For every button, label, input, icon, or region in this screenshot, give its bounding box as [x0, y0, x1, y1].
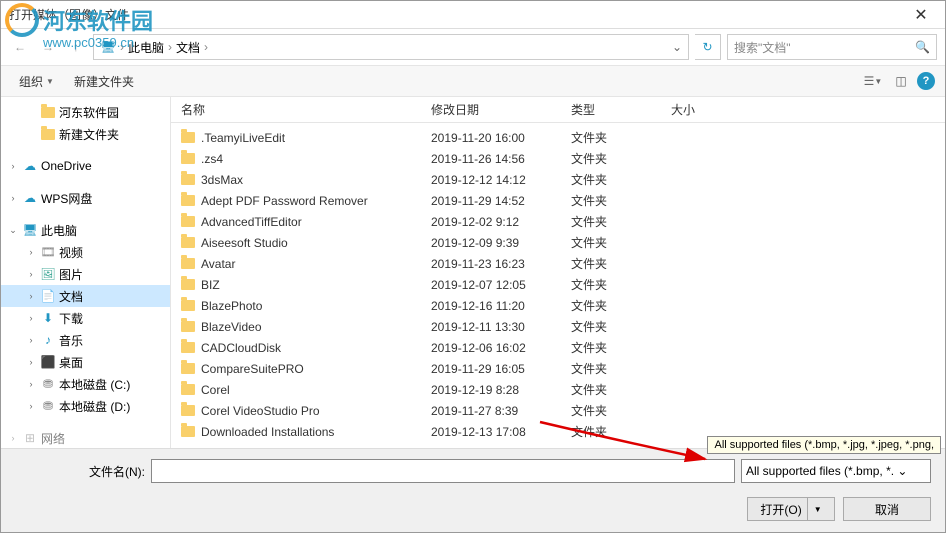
sidebar-item[interactable]: ›⛃本地磁盘 (C:)	[1, 373, 170, 395]
folder-icon	[40, 126, 56, 142]
view-button[interactable]: ☰ ▼	[861, 69, 885, 93]
close-button[interactable]: ✕	[901, 1, 941, 29]
disk-icon: ⛃	[40, 376, 56, 392]
col-name[interactable]: 名称	[181, 97, 431, 122]
bc-dropdown[interactable]: ⌄	[672, 40, 682, 54]
sidebar-item[interactable]: ›⛃本地磁盘 (D:)	[1, 395, 170, 417]
file-row[interactable]: Aiseesoft Studio2019-12-09 9:39文件夹	[181, 232, 945, 253]
filter-tooltip: All supported files (*.bmp, *.jpg, *.jpe…	[707, 436, 941, 454]
file-list-body[interactable]: .TeamyiLiveEdit2019-11-20 16:00文件夹.zs420…	[171, 123, 945, 467]
sidebar-item[interactable]: ⌄🖥此电脑	[1, 219, 170, 241]
nav-up[interactable]: ↑	[65, 36, 87, 58]
file-row[interactable]: .TeamyiLiveEdit2019-11-20 16:00文件夹	[181, 127, 945, 148]
breadcrumb[interactable]: 🖥 › 此电脑 › 文档 › ⌄	[93, 34, 689, 60]
filetype-filter[interactable]: All supported files (*.bmp, *. ⌄	[741, 459, 931, 483]
file-row[interactable]: CADCloudDisk2019-12-06 16:02文件夹	[181, 337, 945, 358]
folder-icon	[181, 258, 195, 269]
col-type[interactable]: 类型	[571, 97, 671, 122]
onedrive-icon: ☁	[22, 158, 38, 174]
folder-icon	[181, 426, 195, 437]
sidebar-item[interactable]: ›⊞网络	[1, 427, 170, 449]
folder-icon	[181, 153, 195, 164]
folder-icon	[181, 342, 195, 353]
refresh-button[interactable]: ↻	[695, 34, 721, 60]
newfolder-button[interactable]: 新建文件夹	[66, 69, 142, 94]
file-row[interactable]: .zs42019-11-26 14:56文件夹	[181, 148, 945, 169]
sidebar-item[interactable]: ›♪音乐	[1, 329, 170, 351]
sidebar-item[interactable]: ›🎞视频	[1, 241, 170, 263]
file-row[interactable]: BIZ2019-12-07 12:05文件夹	[181, 274, 945, 295]
video-icon: 🎞	[40, 244, 56, 260]
folder-icon	[181, 237, 195, 248]
folder-icon	[181, 384, 195, 395]
file-row[interactable]: Adept PDF Password Remover2019-11-29 14:…	[181, 190, 945, 211]
pictures-icon: 🖼	[40, 266, 56, 282]
filename-label: 文件名(N):	[15, 463, 145, 480]
file-row[interactable]: CompareSuitePRO2019-11-29 16:05文件夹	[181, 358, 945, 379]
open-button[interactable]: 打开(O)▼	[747, 497, 835, 521]
doc-icon: 📄	[40, 288, 56, 304]
folder-icon	[181, 174, 195, 185]
sidebar-item[interactable]: ›🖼图片	[1, 263, 170, 285]
file-row[interactable]: Corel VideoStudio Pro2019-11-27 8:39文件夹	[181, 400, 945, 421]
folder-icon	[181, 132, 195, 143]
file-row[interactable]: AdvancedTiffEditor2019-12-02 9:12文件夹	[181, 211, 945, 232]
sidebar-item[interactable]: ›☁OneDrive	[1, 155, 170, 177]
folder-icon	[181, 363, 195, 374]
sidebar-item[interactable]: ›📄文档	[1, 285, 170, 307]
folder-icon	[181, 405, 195, 416]
pc-icon: 🖥	[100, 39, 116, 55]
file-row[interactable]: Avatar2019-11-23 16:23文件夹	[181, 253, 945, 274]
folder-icon	[181, 321, 195, 332]
sidebar-item[interactable]: ›⬇下载	[1, 307, 170, 329]
column-headers: 名称 修改日期 类型 大小	[171, 97, 945, 123]
help-button[interactable]: ?	[917, 72, 935, 90]
folder-icon	[40, 104, 56, 120]
nav-back[interactable]: ←	[9, 36, 31, 58]
disk-icon: ⛃	[40, 398, 56, 414]
desktop-icon: ⬛	[40, 354, 56, 370]
file-list: 名称 修改日期 类型 大小 .TeamyiLiveEdit2019-11-20 …	[171, 97, 945, 467]
file-row[interactable]: 3dsMax2019-12-12 14:12文件夹	[181, 169, 945, 190]
nav-row: ← → ↑ 🖥 › 此电脑 › 文档 › ⌄ ↻ 搜索"文档" 🔍	[1, 29, 945, 65]
folder-icon	[181, 216, 195, 227]
window-title: 打开媒体（图像）文件	[9, 6, 901, 23]
music-icon: ♪	[40, 332, 56, 348]
cancel-button[interactable]: 取消	[843, 497, 931, 521]
pc-icon: 🖥	[22, 222, 38, 238]
preview-button[interactable]: ◫	[889, 69, 913, 93]
folder-icon	[181, 195, 195, 206]
download-icon: ⬇	[40, 310, 56, 326]
sidebar-item[interactable]: 新建文件夹	[1, 123, 170, 145]
titlebar: 打开媒体（图像）文件 ✕	[1, 1, 945, 29]
bottom-bar: 文件名(N): All supported files (*.bmp, *. ⌄…	[1, 448, 945, 532]
organize-button[interactable]: 组织▼	[11, 69, 62, 94]
bc-root[interactable]: 此电脑	[128, 39, 164, 56]
sidebar-item[interactable]: ›⬛桌面	[1, 351, 170, 373]
search-input[interactable]: 搜索"文档" 🔍	[727, 34, 937, 60]
folder-icon	[181, 300, 195, 311]
col-size[interactable]: 大小	[671, 97, 751, 122]
sidebar-item[interactable]: 河东软件园	[1, 101, 170, 123]
col-date[interactable]: 修改日期	[431, 97, 571, 122]
file-row[interactable]: BlazeVideo2019-12-11 13:30文件夹	[181, 316, 945, 337]
network-icon: ⊞	[22, 430, 38, 446]
search-icon: 🔍	[915, 40, 930, 54]
file-row[interactable]: BlazePhoto2019-12-16 11:20文件夹	[181, 295, 945, 316]
filename-input[interactable]	[151, 459, 735, 483]
bc-current[interactable]: 文档	[176, 39, 200, 56]
file-row[interactable]: Corel2019-12-19 8:28文件夹	[181, 379, 945, 400]
nav-forward: →	[37, 36, 59, 58]
sidebar-item[interactable]: ›☁WPS网盘	[1, 187, 170, 209]
folder-icon	[181, 279, 195, 290]
wps-icon: ☁	[22, 190, 38, 206]
sidebar[interactable]: 河东软件园新建文件夹 ›☁OneDrive ›☁WPS网盘 ⌄🖥此电脑›🎞视频›🖼图片…	[1, 97, 171, 467]
toolbar: 组织▼ 新建文件夹 ☰ ▼ ◫ ?	[1, 65, 945, 97]
